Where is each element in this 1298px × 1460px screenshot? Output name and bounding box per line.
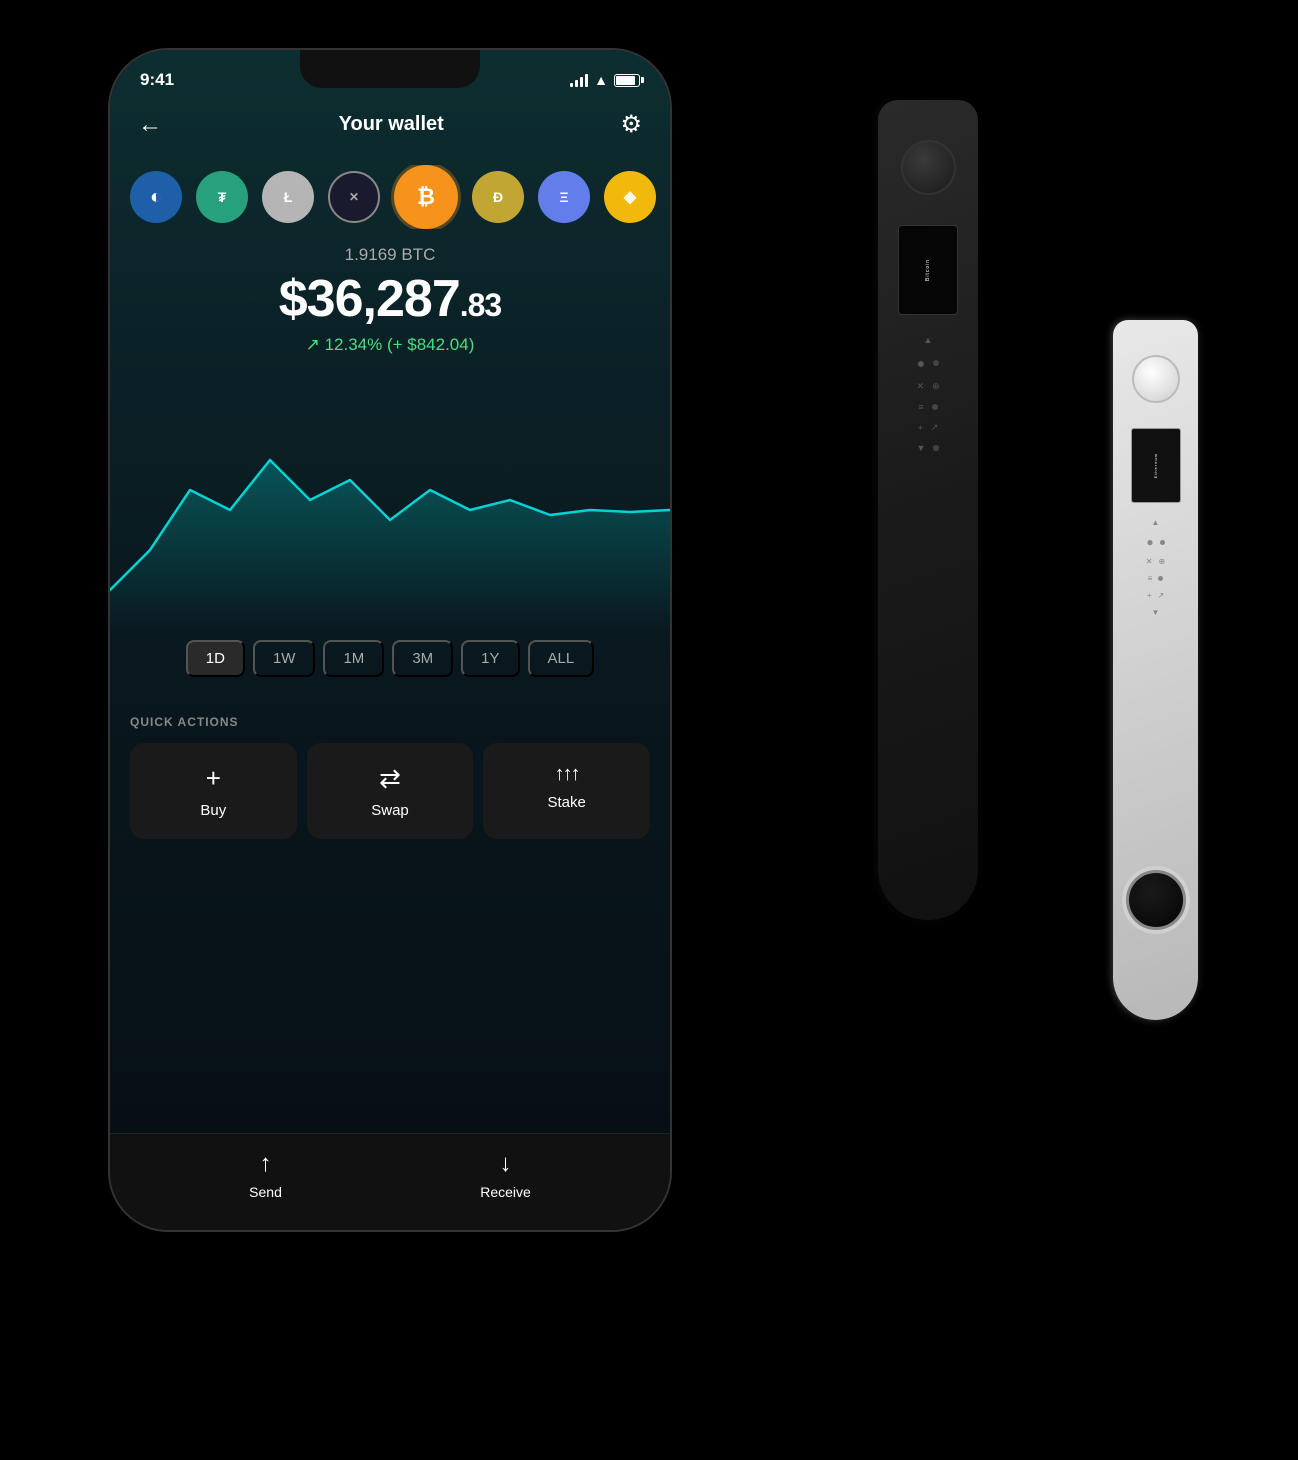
ledger-dark-plus-icon: +	[918, 423, 923, 433]
time-filter-3m[interactable]: 3M	[392, 640, 453, 677]
coin-tether[interactable]: ₮	[196, 171, 248, 223]
chart-svg	[110, 370, 670, 630]
receive-button[interactable]: ↓ Receive	[480, 1150, 531, 1200]
ledger-white-plus-icon: +	[1147, 591, 1152, 600]
quick-actions-grid: + Buy ⇄ Swap ↑↑↑ Stake	[130, 743, 650, 839]
swap-icon: ⇄	[379, 763, 401, 794]
wifi-icon: ▲	[594, 72, 608, 88]
swap-button[interactable]: ⇄ Swap	[307, 743, 474, 839]
balance-change: ↗ 12.34% (+ $842.04)	[110, 335, 670, 355]
ledger-white-arrow-icon: ↗	[1157, 591, 1164, 600]
ledger-white-x-icon: ✕	[1146, 557, 1153, 566]
phone-screen: 9:41 ▲ ← Your wallet	[110, 50, 670, 1230]
ledger-dark-screen: Bitcoin	[898, 225, 958, 315]
ledger-dark-dot2	[932, 404, 938, 410]
ledger-white-screen: Ethereum	[1131, 428, 1181, 503]
ledger-dark-x-icon: ✕	[916, 381, 924, 392]
coin-partial[interactable]: ◐	[130, 171, 182, 223]
ledger-white-controls: ▲ ● ✕ ⊕ ≡ + ↗ ▼	[1146, 518, 1165, 617]
crypto-tabs: ◐ ₮ Ł ✕ ₿ Ð Ξ ◈ A	[110, 165, 670, 229]
buy-button[interactable]: + Buy	[130, 743, 297, 839]
send-icon: ↑	[260, 1150, 272, 1178]
ledger-white-circle-icon: ●	[1146, 535, 1153, 549]
chart-area	[110, 460, 670, 630]
price-chart	[110, 370, 670, 630]
ledger-white-wifi-icon: ⊕	[1159, 557, 1166, 566]
ledger-dark-arrow-icon: ↗	[931, 422, 939, 433]
scene: 9:41 ▲ ← Your wallet	[0, 0, 1298, 1460]
send-button[interactable]: ↑ Send	[249, 1150, 282, 1200]
send-label: Send	[249, 1184, 282, 1200]
signal-icon	[570, 73, 588, 87]
status-icons: ▲	[570, 72, 640, 88]
ledger-device-dark: Bitcoin ▲ ● ✕ ⊕ ≡ + ↗ ▼	[878, 100, 978, 920]
page-title: Your wallet	[339, 113, 444, 136]
time-filter-1y[interactable]: 1Y	[461, 640, 519, 677]
time-filters: 1D 1W 1M 3M 1Y ALL	[110, 640, 670, 677]
coin-litecoin[interactable]: Ł	[262, 171, 314, 223]
coin-bitcoin[interactable]: ₿	[394, 165, 458, 229]
receive-label: Receive	[480, 1184, 531, 1200]
stake-icon: ↑↑↑	[555, 763, 579, 786]
ledger-dark-controls: ▲ ● ✕ ⊕ ≡ + ↗ ▼	[916, 335, 939, 453]
status-time: 9:41	[140, 70, 174, 90]
ledger-dark-screen-text: Bitcoin	[925, 259, 931, 281]
usd-main: $36,287	[279, 270, 460, 328]
phone-notch	[300, 50, 480, 88]
buy-label: Buy	[200, 802, 226, 819]
ledger-dark-dot3	[933, 445, 939, 451]
ledger-white-dot2	[1158, 576, 1163, 581]
usd-cents: .83	[460, 287, 501, 323]
balance-section: 1.9169 BTC $36,287.83 ↗ 12.34% (+ $842.0…	[110, 245, 670, 355]
ledger-dark-up-icon: ▲	[924, 335, 933, 345]
battery-icon	[614, 74, 640, 87]
time-filter-1m[interactable]: 1M	[323, 640, 384, 677]
ledger-dark-circle-icon: ●	[917, 355, 925, 371]
receive-icon: ↓	[500, 1150, 512, 1178]
time-filter-1w[interactable]: 1W	[253, 640, 316, 677]
ledger-white-screen-text: Ethereum	[1153, 453, 1158, 478]
swap-label: Swap	[371, 802, 409, 819]
ledger-dark-down-icon: ▼	[917, 443, 926, 453]
usd-balance: $36,287.83	[110, 269, 670, 329]
quick-actions-section: QUICK ACTIONS + Buy ⇄ Swap ↑↑↑ Stake	[110, 715, 670, 839]
bottom-bar: ↑ Send ↓ Receive	[110, 1133, 670, 1230]
ledger-dark-dot	[933, 360, 939, 366]
settings-icon[interactable]: ⚙	[620, 110, 642, 139]
phone: 9:41 ▲ ← Your wallet	[110, 50, 670, 1230]
ledger-white-top-button[interactable]	[1132, 355, 1180, 403]
ledger-white-m-icon: ≡	[1148, 574, 1153, 583]
coin-ethereum[interactable]: Ξ	[538, 171, 590, 223]
ledger-white-dot	[1160, 540, 1165, 545]
quick-actions-label: QUICK ACTIONS	[130, 715, 650, 729]
ledger-device-white: Ethereum ▲ ● ✕ ⊕ ≡ + ↗ ▼	[1113, 320, 1198, 1020]
ledger-dark-top-button[interactable]	[901, 140, 956, 195]
ledger-white-down-icon: ▼	[1152, 608, 1160, 617]
ledger-dark-wifi-icon: ⊕	[932, 381, 940, 392]
buy-icon: +	[206, 763, 221, 794]
btc-balance: 1.9169 BTC	[110, 245, 670, 265]
ledger-white-up-icon: ▲	[1152, 518, 1160, 527]
ledger-dark-m-icon: ≡	[918, 402, 923, 412]
coin-xrp[interactable]: ✕	[328, 171, 380, 223]
stake-label: Stake	[548, 794, 586, 811]
stake-button[interactable]: ↑↑↑ Stake	[483, 743, 650, 839]
ledger-white-camera-button[interactable]	[1126, 870, 1186, 930]
time-filter-all[interactable]: ALL	[528, 640, 595, 677]
coin-dogecoin[interactable]: Ð	[472, 171, 524, 223]
coin-binance[interactable]: ◈	[604, 171, 656, 223]
back-button[interactable]: ←	[138, 111, 162, 139]
time-filter-1d[interactable]: 1D	[186, 640, 245, 677]
app-header: ← Your wallet ⚙	[110, 110, 670, 139]
